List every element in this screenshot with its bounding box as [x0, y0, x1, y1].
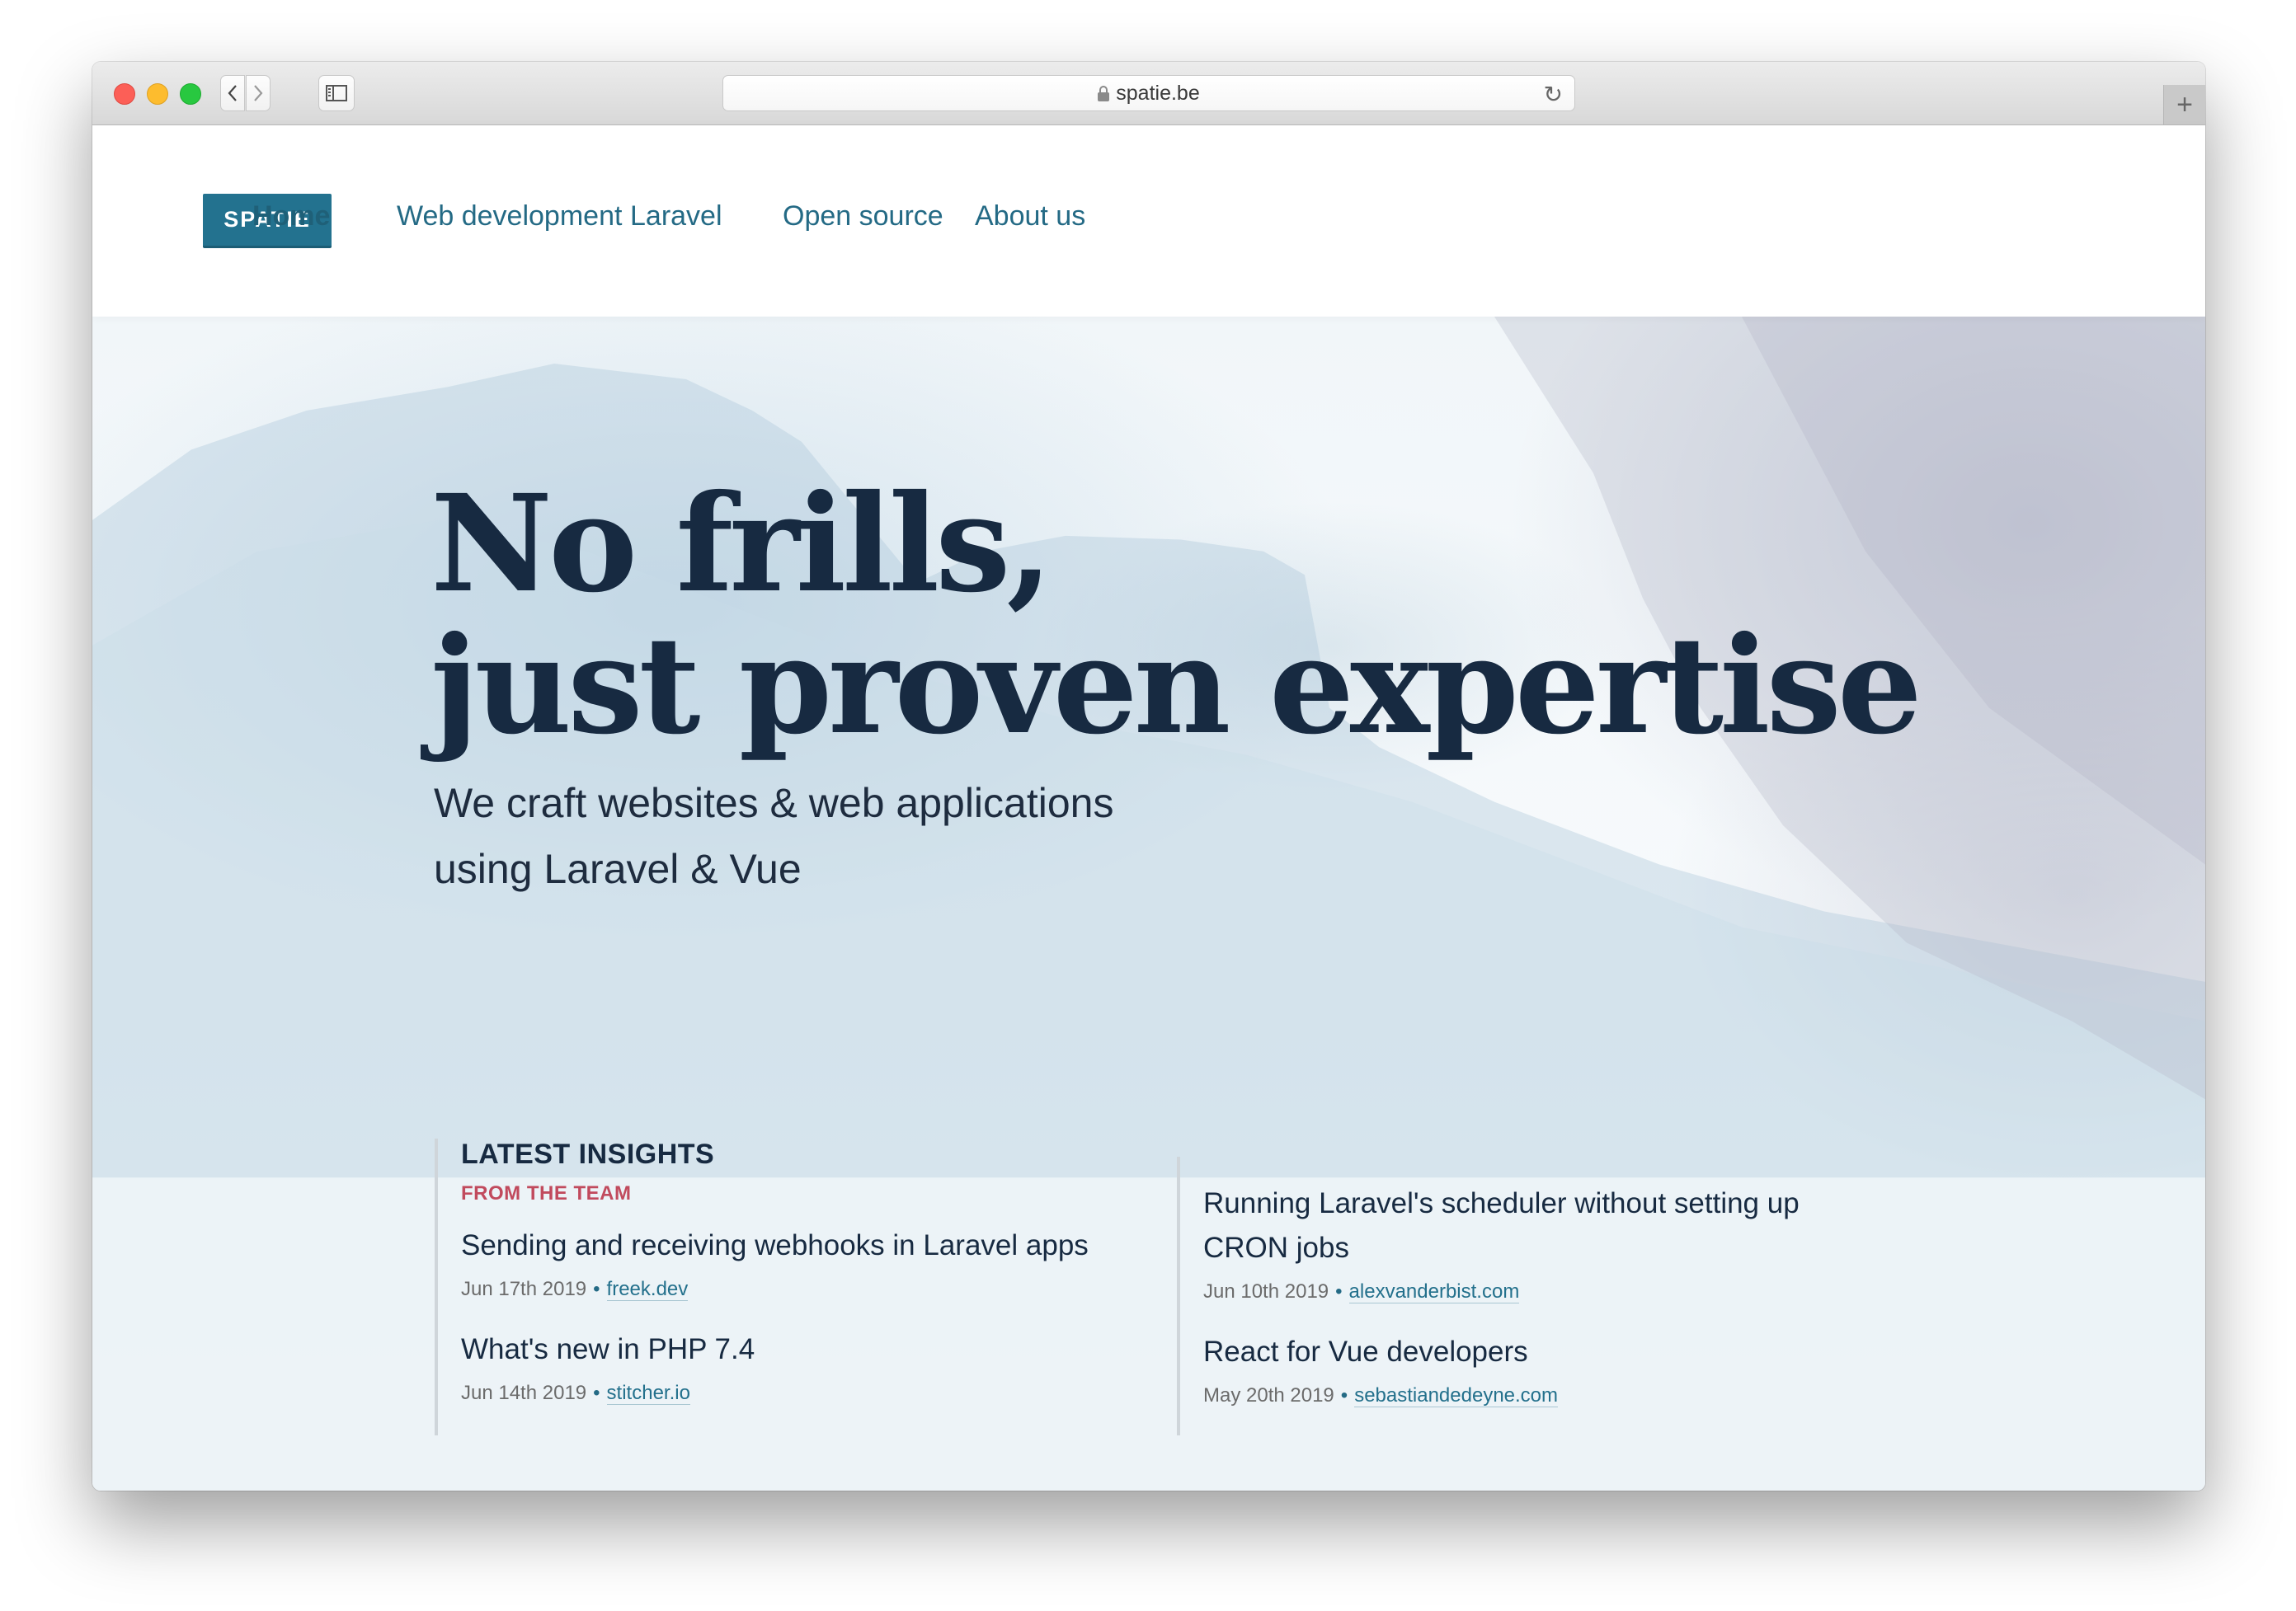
- subhead-line-1: We craft websites & web applications: [434, 780, 1114, 826]
- post-meta: May 20th 2019 • sebastiandedeyne.com: [1203, 1384, 1919, 1407]
- post-source-link[interactable]: sebastiandedeyne.com: [1354, 1384, 1559, 1407]
- post-source-link[interactable]: alexvanderbist.com: [1348, 1280, 1520, 1303]
- chevron-left-icon: [228, 85, 237, 101]
- post-meta: Jun 10th 2019 • alexvanderbist.com: [1203, 1280, 1880, 1303]
- close-window-button[interactable]: [114, 83, 135, 105]
- browser-toolbar: spatie.be ↻ +: [92, 62, 2205, 125]
- minimize-window-button[interactable]: [147, 83, 168, 105]
- insights-column-left: LATEST INSIGHTS FROM THE TEAM Sending an…: [435, 1139, 1160, 1435]
- site-nav: SPATIE Home Web development Laravel Open…: [92, 125, 2205, 317]
- separator-dot: •: [1340, 1384, 1348, 1407]
- headline-line-2: just proven expertise: [430, 608, 1922, 764]
- post-title-link[interactable]: Running Laravel's scheduler without sett…: [1203, 1181, 1880, 1270]
- nav-item-web-development[interactable]: Web development: [397, 200, 622, 232]
- post-source-link[interactable]: freek.dev: [606, 1278, 689, 1301]
- back-button[interactable]: [220, 75, 245, 111]
- insights-title: LATEST INSIGHTS: [461, 1139, 715, 1170]
- lock-icon: [1098, 86, 1110, 101]
- insights-subtitle: FROM THE TEAM: [461, 1182, 632, 1205]
- post-title-link[interactable]: React for Vue developers: [1203, 1330, 1919, 1374]
- forward-button[interactable]: [246, 75, 271, 111]
- separator-dot: •: [593, 1382, 600, 1404]
- headline-line-1: No frills,: [430, 466, 1053, 622]
- maximize-window-button[interactable]: [180, 83, 201, 105]
- hero-headline: No frills, just proven expertise: [430, 466, 1922, 764]
- web-page: SPATIE Home Web development Laravel Open…: [92, 125, 2205, 1491]
- separator-dot: •: [593, 1278, 600, 1300]
- new-tab-button[interactable]: +: [2163, 85, 2205, 124]
- post-date: Jun 10th 2019: [1203, 1280, 1329, 1303]
- reload-icon[interactable]: ↻: [1544, 81, 1563, 108]
- nav-item-laravel[interactable]: Laravel: [630, 200, 722, 232]
- url-text: spatie.be: [1116, 81, 1200, 105]
- sidebar-toggle-button[interactable]: [318, 75, 355, 111]
- post-date: May 20th 2019: [1203, 1384, 1334, 1407]
- nav-item-open-source[interactable]: Open source: [783, 200, 943, 232]
- post-item: Running Laravel's scheduler without sett…: [1203, 1181, 1880, 1303]
- post-title-link[interactable]: Sending and receiving webhooks in Larave…: [461, 1224, 1160, 1268]
- hero-subheading: We craft websites & web applications usi…: [434, 770, 1113, 902]
- post-meta: Jun 17th 2019 • freek.dev: [461, 1278, 1160, 1301]
- post-item: Sending and receiving webhooks in Larave…: [461, 1224, 1160, 1301]
- post-title-link[interactable]: What's new in PHP 7.4: [461, 1327, 1160, 1372]
- nav-item-home[interactable]: Home: [252, 200, 330, 232]
- post-item: React for Vue developers May 20th 2019 • s…: [1203, 1330, 1919, 1407]
- post-date: Jun 17th 2019: [461, 1278, 587, 1300]
- post-date: Jun 14th 2019: [461, 1382, 587, 1404]
- browser-window: spatie.be ↻ + SPATIE Home Web developmen…: [92, 62, 2205, 1491]
- subhead-line-2: using Laravel & Vue: [434, 846, 802, 892]
- post-meta: Jun 14th 2019 • stitcher.io: [461, 1382, 1160, 1405]
- address-bar[interactable]: spatie.be ↻: [722, 75, 1575, 111]
- chevron-right-icon: [254, 85, 263, 101]
- plus-icon: +: [2176, 88, 2193, 120]
- hero-section: No frills, just proven expertise We craf…: [92, 317, 2205, 1491]
- separator-dot: •: [1335, 1280, 1343, 1303]
- post-source-link[interactable]: stitcher.io: [606, 1382, 690, 1405]
- sidebar-icon: [326, 85, 347, 101]
- post-item: What's new in PHP 7.4 Jun 14th 2019 • stit…: [461, 1327, 1160, 1405]
- nav-item-about-us[interactable]: About us: [975, 200, 1085, 232]
- insights-column-right: Running Laravel's scheduler without sett…: [1177, 1157, 1919, 1435]
